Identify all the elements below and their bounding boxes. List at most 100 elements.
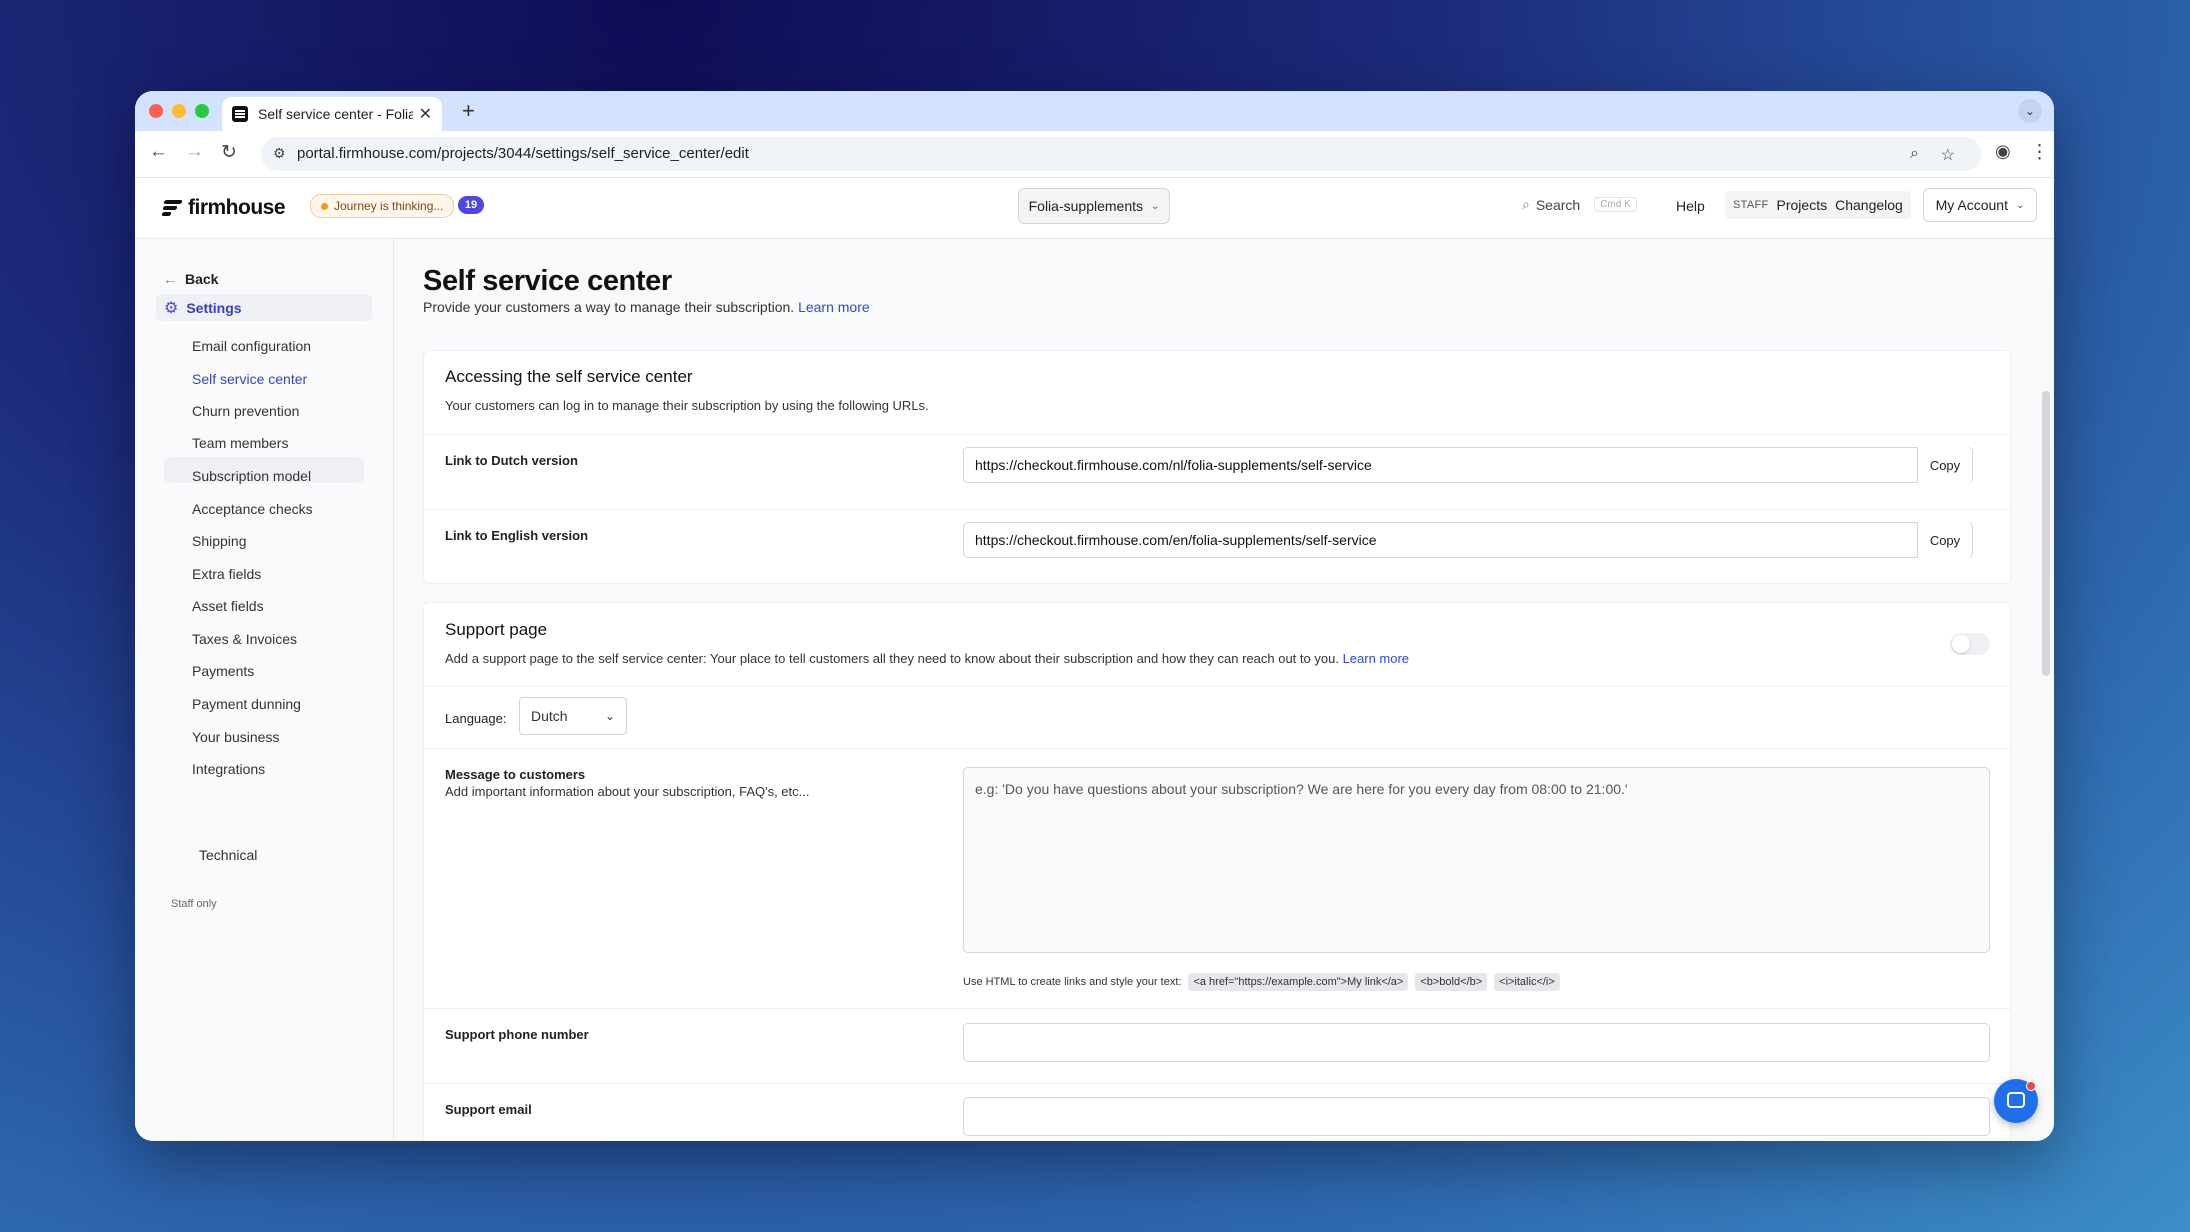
- new-tab-icon[interactable]: +: [462, 98, 475, 124]
- sidebar-item-email-configuration[interactable]: Email configuration: [192, 338, 311, 354]
- sidebar-item-acceptance-checks[interactable]: Acceptance checks: [192, 501, 313, 517]
- chevron-down-icon: ⌄: [1151, 200, 1160, 212]
- sidebar-item-technical[interactable]: Technical: [199, 847, 257, 863]
- close-tab-icon[interactable]: ✕: [419, 104, 432, 124]
- sidebar-settings-label: Settings: [186, 299, 242, 316]
- settings-sidebar: ← Back ⚙ Settings Email configuration Sel…: [135, 239, 394, 1141]
- unread-dot-icon: [2026, 1081, 2036, 1091]
- back-arrow-icon: ←: [163, 271, 177, 287]
- sidebar-item-settings[interactable]: ⚙ Settings: [156, 294, 372, 321]
- staff-links: STAFF Projects Changelog: [1725, 191, 1911, 219]
- access-card-title: Accessing the self service center: [445, 367, 693, 386]
- divider: [424, 1008, 2010, 1009]
- logo-mark-icon: [161, 199, 183, 217]
- language-select[interactable]: Dutch ⌄: [519, 697, 627, 735]
- staff-tag: STAFF: [1733, 199, 1769, 211]
- back-arrow-icon[interactable]: ←: [149, 141, 168, 163]
- sidebar-item-asset-fields[interactable]: Asset fields: [192, 598, 264, 614]
- window-controls: [149, 104, 218, 123]
- support-email-input[interactable]: [964, 1098, 1989, 1135]
- search-shortcut: Cmd K: [1594, 197, 1637, 212]
- sidebar-item-subscription-model[interactable]: Subscription model: [192, 468, 311, 484]
- html-bold-example: <b>bold</b>: [1415, 973, 1488, 991]
- search-label: Search: [1535, 196, 1581, 213]
- dutch-link-label: Link to Dutch version: [445, 453, 578, 468]
- projects-link[interactable]: Projects: [1777, 197, 1828, 213]
- dutch-url-input[interactable]: [964, 448, 1946, 482]
- zoom-icon[interactable]: ⌕: [1910, 145, 1919, 163]
- support-phone-label: Support phone number: [445, 1027, 589, 1042]
- message-textarea[interactable]: [964, 768, 1989, 952]
- sidebar-item-integrations[interactable]: Integrations: [192, 761, 265, 777]
- language-label: Language:: [445, 711, 507, 726]
- sidebar-item-taxes-invoices[interactable]: Taxes & Invoices: [192, 631, 297, 647]
- browser-tab[interactable]: Self service center - Folia-sup ✕: [222, 97, 442, 131]
- sidebar-item-your-business[interactable]: Your business: [192, 729, 279, 745]
- tab-search-icon[interactable]: ⌄: [2018, 99, 2042, 123]
- chevron-down-icon: ⌄: [604, 709, 615, 723]
- project-switcher[interactable]: Folia-supplements ⌄: [1018, 188, 1170, 224]
- learn-more-link[interactable]: Learn more: [798, 299, 870, 315]
- maximize-window-button[interactable]: [195, 104, 209, 118]
- project-name: Folia-supplements: [1028, 198, 1143, 214]
- html-italic-example: <i>italic</i>: [1494, 973, 1560, 991]
- journey-status-badge[interactable]: Journey is thinking...: [310, 194, 455, 218]
- firmhouse-favicon-icon: [232, 106, 248, 122]
- support-phone-field[interactable]: [963, 1023, 1990, 1062]
- html-link-example: <a href="https://example.com">My link</a…: [1188, 973, 1409, 991]
- forward-arrow-icon[interactable]: →: [185, 141, 204, 163]
- support-page-toggle[interactable]: [1950, 633, 1990, 655]
- divider: [424, 509, 2010, 510]
- address-url: portal.firmhouse.com/projects/3044/setti…: [297, 145, 749, 162]
- changelog-link[interactable]: Changelog: [1835, 197, 1903, 213]
- browser-menu-icon[interactable]: ⋮: [2030, 141, 2049, 164]
- close-window-button[interactable]: [149, 104, 163, 118]
- back-label: Back: [185, 271, 219, 287]
- support-phone-input[interactable]: [964, 1024, 1989, 1061]
- chat-launcher-button[interactable]: [1994, 1079, 2038, 1123]
- support-email-field[interactable]: [963, 1097, 1990, 1136]
- tab-title: Self service center - Folia-sup: [258, 106, 413, 122]
- my-account-button[interactable]: My Account ⌄: [1923, 188, 2037, 222]
- support-page-card: Support page Add a support page to the s…: [423, 602, 2011, 1141]
- message-hint: Add important information about your sub…: [445, 784, 810, 799]
- sidebar-item-team-members[interactable]: Team members: [192, 435, 288, 451]
- help-link[interactable]: Help: [1676, 198, 1705, 214]
- bookmark-star-icon[interactable]: ☆: [1941, 145, 1955, 165]
- support-card-title: Support page: [445, 620, 548, 639]
- english-url-input[interactable]: [964, 523, 1946, 557]
- sidebar-item-payment-dunning[interactable]: Payment dunning: [192, 696, 301, 712]
- chat-bubble-icon: [2007, 1092, 2025, 1108]
- my-account-label: My Account: [1935, 197, 2008, 213]
- page-subtitle-text: Provide your customers a way to manage t…: [423, 299, 795, 315]
- gear-icon: ⚙: [164, 299, 179, 317]
- page-scrollbar[interactable]: [2042, 391, 2050, 676]
- search-button[interactable]: ⌕ Search Cmd K: [1522, 196, 1637, 213]
- site-settings-icon[interactable]: ⚙: [273, 145, 286, 162]
- firmhouse-logo[interactable]: firmhouse: [161, 196, 286, 220]
- support-learn-more-link[interactable]: Learn more: [1343, 651, 1409, 666]
- sidebar-item-payments[interactable]: Payments: [192, 663, 254, 679]
- dutch-url-field[interactable]: Copy: [963, 447, 1973, 483]
- logo-text: firmhouse: [188, 196, 286, 219]
- sidebar-item-self-service-center[interactable]: Self service center: [192, 371, 307, 387]
- copy-english-url-button[interactable]: Copy: [1917, 522, 1972, 558]
- reload-icon[interactable]: ↻: [221, 141, 237, 164]
- back-link[interactable]: ← Back: [163, 271, 218, 287]
- divider: [424, 748, 2010, 749]
- english-url-field[interactable]: Copy: [963, 522, 1973, 558]
- access-card-description: Your customers can log in to manage thei…: [445, 398, 929, 413]
- profile-icon[interactable]: ◉: [1995, 141, 2011, 162]
- copy-dutch-url-button[interactable]: Copy: [1917, 447, 1972, 483]
- notification-count-badge[interactable]: 19: [458, 196, 484, 214]
- english-link-label: Link to English version: [445, 528, 589, 543]
- sidebar-item-churn-prevention[interactable]: Churn prevention: [192, 403, 299, 419]
- page-title: Self service center: [423, 265, 672, 297]
- minimize-window-button[interactable]: [172, 104, 186, 118]
- chevron-down-icon: ⌄: [2015, 199, 2025, 211]
- divider: [424, 1083, 2010, 1084]
- sidebar-item-extra-fields[interactable]: Extra fields: [192, 566, 261, 582]
- message-textarea-wrapper[interactable]: [963, 767, 1990, 953]
- address-bar[interactable]: ⚙ portal.firmhouse.com/projects/3044/set…: [261, 137, 1981, 171]
- sidebar-item-shipping[interactable]: Shipping: [192, 533, 247, 549]
